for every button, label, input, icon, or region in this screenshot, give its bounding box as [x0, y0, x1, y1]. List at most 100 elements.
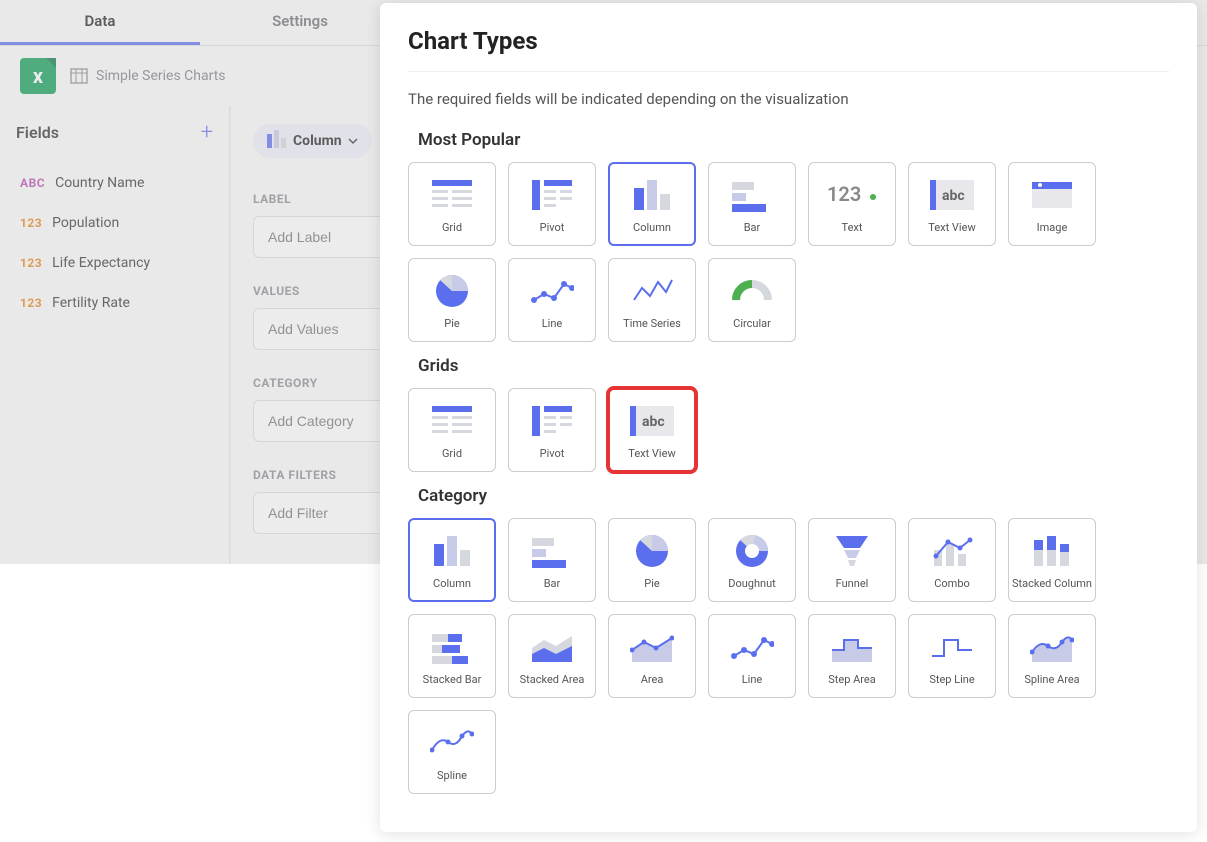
bar-icon: [726, 175, 778, 215]
chart-card-label: Pivot: [540, 447, 565, 460]
chart-type-combo[interactable]: Combo: [908, 518, 996, 602]
viz-type-selector[interactable]: Column: [253, 124, 372, 158]
chart-type-stackedarea[interactable]: Stacked Area: [508, 614, 596, 698]
chart-card-label: Text View: [928, 221, 975, 234]
field-label: Country Name: [55, 175, 144, 191]
table-icon: [70, 67, 88, 85]
chart-card-label: Doughnut: [728, 577, 776, 590]
chart-card-label: Image: [1037, 221, 1068, 234]
tab-settings[interactable]: Settings: [200, 0, 400, 45]
bar-icon: [526, 531, 578, 571]
funnel-icon: [826, 531, 878, 571]
tab-data[interactable]: Data: [0, 0, 200, 45]
popover-title: Chart Types: [408, 27, 1169, 55]
pie-icon: [626, 531, 678, 571]
image-icon: [1026, 175, 1078, 215]
datasource-name: Simple Series Charts: [96, 68, 226, 84]
chart-types-popover: Chart Types The required fields will be …: [380, 3, 1197, 832]
number-type-icon: 123: [20, 256, 42, 270]
datasource-item[interactable]: Simple Series Charts: [70, 67, 226, 85]
chart-type-doughnut[interactable]: Doughnut: [708, 518, 796, 602]
doughnut-icon: [726, 531, 778, 571]
chart-type-textview[interactable]: abc Text View: [608, 388, 696, 472]
column-chart-icon: [267, 130, 287, 152]
chart-card-label: Column: [633, 221, 671, 234]
excel-file-icon: x: [20, 58, 56, 94]
chart-card-label: Text View: [628, 447, 675, 460]
field-item[interactable]: ABC Country Name: [16, 163, 213, 203]
chart-type-pivot[interactable]: Pivot: [508, 162, 596, 246]
chart-type-stepline[interactable]: Step Line: [908, 614, 996, 698]
number-type-icon: 123: [20, 296, 42, 310]
chart-section-grid: Grid Pivot Column Bar 123 Text abc Text View Ima…: [408, 162, 1169, 342]
chart-type-splinearea[interactable]: Spline Area: [1008, 614, 1096, 698]
pivot-icon: [526, 175, 578, 215]
chart-card-label: Grid: [442, 447, 462, 460]
chart-type-circular[interactable]: Circular: [708, 258, 796, 342]
text-type-icon: ABC: [20, 176, 45, 190]
chart-card-label: Time Series: [623, 317, 681, 330]
chart-type-textview[interactable]: abc Text View: [908, 162, 996, 246]
add-field-button[interactable]: +: [201, 120, 213, 145]
chart-type-bar[interactable]: Bar: [708, 162, 796, 246]
chart-type-line[interactable]: Line: [708, 614, 796, 698]
chart-type-pie[interactable]: Pie: [408, 258, 496, 342]
chart-section-grid: Grid Pivot abc Text View: [408, 388, 1169, 472]
chart-card-label: Bar: [744, 221, 761, 234]
chart-type-grid[interactable]: Grid: [408, 162, 496, 246]
chart-card-label: Line: [542, 317, 563, 330]
chart-type-pivot[interactable]: Pivot: [508, 388, 596, 472]
chart-type-stackedbar[interactable]: Stacked Bar: [408, 614, 496, 698]
chart-type-image[interactable]: Image: [1008, 162, 1096, 246]
splinearea-icon: [1026, 627, 1078, 667]
chart-type-column[interactable]: Column: [608, 162, 696, 246]
chart-card-label: Pie: [444, 317, 459, 330]
spline-icon: [426, 723, 478, 763]
chart-type-bar[interactable]: Bar: [508, 518, 596, 602]
stackedbar-icon: [426, 627, 478, 667]
combo-icon: [926, 531, 978, 571]
pie-icon: [426, 271, 478, 311]
chart-card-label: Column: [433, 577, 471, 590]
chart-type-funnel[interactable]: Funnel: [808, 518, 896, 602]
column-icon: [426, 531, 478, 571]
chart-type-grid[interactable]: Grid: [408, 388, 496, 472]
chart-card-label: Grid: [442, 221, 462, 234]
timeseries-icon: [626, 271, 678, 311]
chart-type-timeseries[interactable]: Time Series: [608, 258, 696, 342]
pivot-icon: [526, 401, 578, 441]
chart-card-label: Pie: [644, 577, 659, 590]
field-label: Fertility Rate: [52, 295, 130, 311]
chart-section-title: Most Popular: [418, 130, 1169, 150]
chart-type-column[interactable]: Column: [408, 518, 496, 602]
text-icon: 123: [826, 175, 878, 215]
popover-description: The required fields will be indicated de…: [408, 90, 1169, 108]
grid-icon: [426, 401, 478, 441]
chart-type-pie[interactable]: Pie: [608, 518, 696, 602]
grid-icon: [426, 175, 478, 215]
steparea-icon: [826, 627, 878, 667]
chart-card-label: Stacked Bar: [423, 673, 482, 686]
area-icon: [626, 627, 678, 667]
column-icon: [626, 175, 678, 215]
chart-type-spline[interactable]: Spline: [408, 710, 496, 794]
chart-card-label: Step Area: [828, 673, 876, 686]
textview-icon: abc: [626, 401, 678, 441]
chart-section-grid: Column Bar Pie Doughnut FunnelComboStacked C…: [408, 518, 1169, 794]
chevron-down-icon: [348, 136, 358, 146]
line-icon: [726, 627, 778, 667]
fields-title: Fields: [16, 123, 59, 142]
stepline-icon: [926, 627, 978, 667]
chart-type-stackedcolumn[interactable]: Stacked Column: [1008, 518, 1096, 602]
chart-type-area[interactable]: Area: [608, 614, 696, 698]
stackedcolumn-icon: [1026, 531, 1078, 571]
chart-type-text[interactable]: 123 Text: [808, 162, 896, 246]
textview-icon: abc: [926, 175, 978, 215]
field-item[interactable]: 123Life Expectancy: [16, 243, 213, 283]
chart-card-label: Text: [842, 221, 863, 234]
field-item[interactable]: 123 Fertility Rate: [16, 283, 213, 323]
chart-type-steparea[interactable]: Step Area: [808, 614, 896, 698]
chart-section-title: Category: [418, 486, 1169, 506]
field-item[interactable]: 123Population: [16, 203, 213, 243]
chart-type-line[interactable]: Line: [508, 258, 596, 342]
